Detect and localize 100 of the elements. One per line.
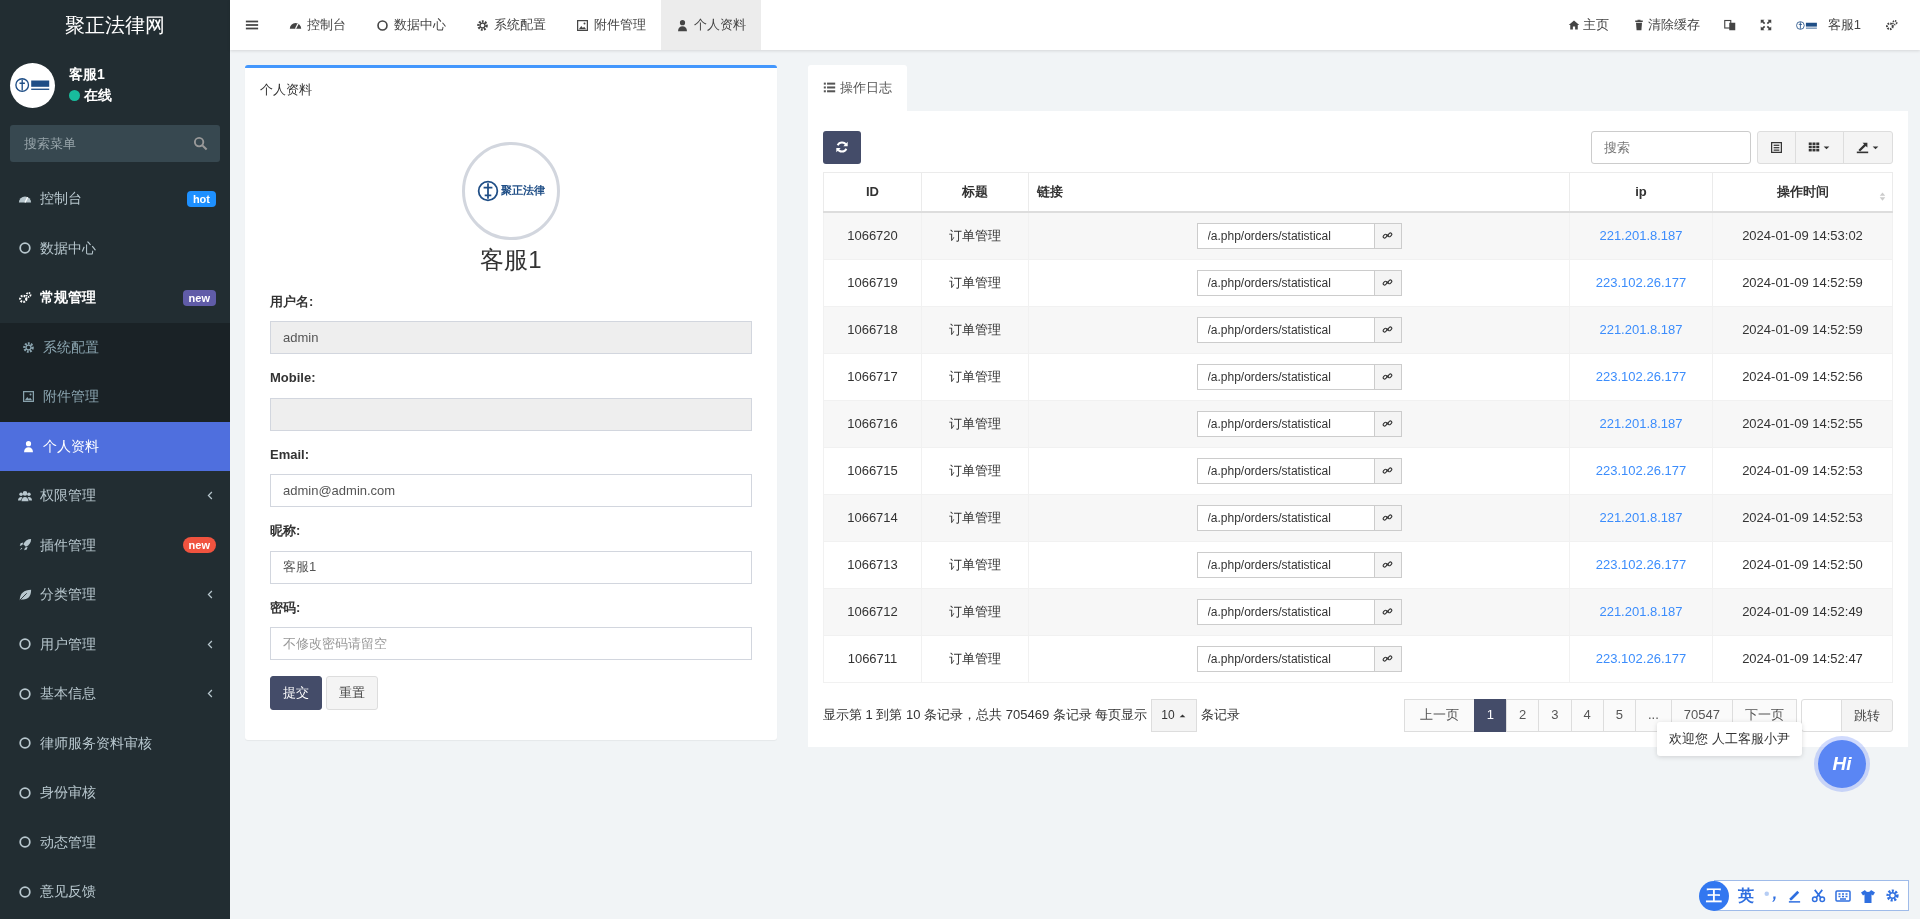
scissors-icon xyxy=(1811,888,1826,903)
link-button[interactable] xyxy=(1374,551,1402,578)
trash-icon xyxy=(1632,19,1645,31)
search-field[interactable]: 搜索菜单 xyxy=(22,132,193,155)
link-button[interactable] xyxy=(1374,363,1402,390)
field-label: Mobile: xyxy=(270,369,317,387)
circle-icon xyxy=(18,835,32,850)
gear-icon xyxy=(476,18,489,32)
page-link[interactable]: 1 xyxy=(1473,698,1508,732)
link-field[interactable]: /a.php/orders/statistical xyxy=(1196,645,1375,672)
link-field[interactable]: /a.php/orders/statistical xyxy=(1196,316,1375,343)
link-field[interactable]: /a.php/orders/statistical xyxy=(1196,363,1375,390)
panel-tab[interactable]: 操作日志 xyxy=(808,65,907,111)
circle-icon xyxy=(18,736,32,751)
link-field[interactable]: /a.php/orders/statistical xyxy=(1196,457,1375,484)
sidebar-item[interactable]: 常规管理 new xyxy=(0,273,230,323)
field-label: 用户名: xyxy=(270,292,315,311)
user-menu[interactable]: 客服1 xyxy=(1827,15,1861,35)
logo-icon xyxy=(1795,19,1818,31)
page-jump-field[interactable] xyxy=(1801,698,1842,732)
sort-icon xyxy=(1877,190,1888,202)
sidebar-item[interactable]: 律师服务资料审核 xyxy=(0,718,230,768)
nav-tab[interactable]: 个人资料 xyxy=(661,0,761,50)
reset-button[interactable]: 重置 xyxy=(326,676,378,710)
table-cell: 1066720 xyxy=(847,228,898,243)
export-button[interactable] xyxy=(1843,130,1893,164)
link-button[interactable] xyxy=(1374,598,1402,625)
link-field[interactable]: /a.php/orders/statistical xyxy=(1196,551,1375,578)
link-button[interactable] xyxy=(1374,457,1402,484)
sidebar-item[interactable]: 系统配置 xyxy=(0,322,230,372)
link-field[interactable]: /a.php/orders/statistical xyxy=(1196,269,1375,296)
pagination-summary: 条记录 xyxy=(1200,706,1240,725)
table-cell: 订单管理 xyxy=(949,603,1001,619)
sidebar-item[interactable]: 数据中心 xyxy=(0,223,230,273)
card-view-button[interactable] xyxy=(1757,130,1796,164)
columns-button[interactable] xyxy=(1795,130,1844,164)
users-icon xyxy=(18,488,32,503)
page-link[interactable]: 3 xyxy=(1538,698,1572,732)
page-link[interactable]: 5 xyxy=(1602,698,1636,732)
sidebar-item[interactable]: 动态管理 xyxy=(0,817,230,867)
link-field[interactable]: /a.php/orders/statistical xyxy=(1196,504,1375,531)
image-icon xyxy=(22,390,35,404)
link-field[interactable]: /a.php/orders/statistical xyxy=(1196,410,1375,437)
status-text: 在线 xyxy=(84,86,112,105)
home-icon xyxy=(1567,19,1580,31)
column-header[interactable]: 操作时间 xyxy=(1776,184,1829,199)
link-button[interactable] xyxy=(1374,316,1402,343)
header-link[interactable]: 主页 xyxy=(1555,0,1621,50)
sidebar-item[interactable]: 身份审核 xyxy=(0,768,230,818)
header-link[interactable]: 清除缓存 xyxy=(1620,0,1712,50)
link-field[interactable]: /a.php/orders/statistical xyxy=(1196,222,1375,249)
circle-icon xyxy=(18,884,32,899)
nav-tab[interactable]: 附件管理 xyxy=(561,0,661,50)
link-icon xyxy=(1382,606,1393,617)
sidebar-item[interactable]: 基本信息 xyxy=(0,669,230,719)
leaf-icon xyxy=(18,587,32,602)
table-cell: 订单管理 xyxy=(949,509,1001,525)
gears-icon xyxy=(18,290,32,305)
field-label: Email: xyxy=(270,445,310,464)
sidebar-item[interactable]: 个人资料 xyxy=(0,421,230,471)
menu-icon xyxy=(245,18,259,32)
submit-button[interactable]: 提交 xyxy=(270,676,322,710)
sidebar-item[interactable]: 用户管理 xyxy=(0,619,230,669)
input-field[interactable]: 不修改密码请留空 xyxy=(270,627,752,660)
nav-tab[interactable]: 控制台 xyxy=(274,0,361,50)
link-field[interactable]: /a.php/orders/statistical xyxy=(1196,598,1375,625)
sidebar-item[interactable]: 意见反馈 xyxy=(0,867,230,917)
search-box[interactable]: 搜索菜单 xyxy=(10,125,220,162)
ime-logo[interactable]: 王 xyxy=(1699,880,1729,911)
jump-button[interactable]: 跳转 xyxy=(1841,698,1893,732)
page-size-dropdown[interactable]: 10 xyxy=(1151,698,1197,732)
sidebar-item[interactable]: 附件管理 xyxy=(0,372,230,422)
link-button[interactable] xyxy=(1374,222,1402,249)
link-button[interactable] xyxy=(1374,645,1402,672)
search-field[interactable]: 搜索 xyxy=(1591,130,1751,164)
nav-tab[interactable]: 系统配置 xyxy=(461,0,561,50)
page-link[interactable]: 上一页 xyxy=(1403,698,1475,732)
link-button[interactable] xyxy=(1374,269,1402,296)
link-button[interactable] xyxy=(1374,410,1402,437)
table-cell: 2024-01-09 14:52:49 xyxy=(1742,603,1863,619)
grid-icon xyxy=(1808,141,1820,153)
user-name: 客服1 xyxy=(69,65,106,84)
link-button[interactable] xyxy=(1374,504,1402,531)
circle-icon xyxy=(376,18,389,32)
sidebar-item[interactable]: 权限管理 xyxy=(0,471,230,521)
input-field[interactable]: admin@admin.com xyxy=(270,474,752,507)
refresh-button[interactable] xyxy=(823,130,861,164)
ime-mode-button[interactable]: 英 xyxy=(1738,883,1754,908)
input-field[interactable]: 客服1 xyxy=(270,550,752,584)
link-icon xyxy=(1382,512,1393,523)
nav-tab[interactable]: 数据中心 xyxy=(361,0,461,50)
table-cell: 2024-01-09 14:53:02 xyxy=(1742,228,1863,243)
page-link[interactable]: 2 xyxy=(1506,698,1540,732)
sidebar-item[interactable]: 分类管理 xyxy=(0,570,230,620)
page-link[interactable]: 4 xyxy=(1570,698,1604,732)
brand-title: 聚正法律网 xyxy=(64,13,166,38)
menu-badge: new xyxy=(182,289,216,306)
fullscreen-icon xyxy=(1759,19,1772,31)
sidebar-item[interactable]: 插件管理 new xyxy=(0,520,230,570)
sidebar-item[interactable]: 控制台 hot xyxy=(0,174,230,224)
